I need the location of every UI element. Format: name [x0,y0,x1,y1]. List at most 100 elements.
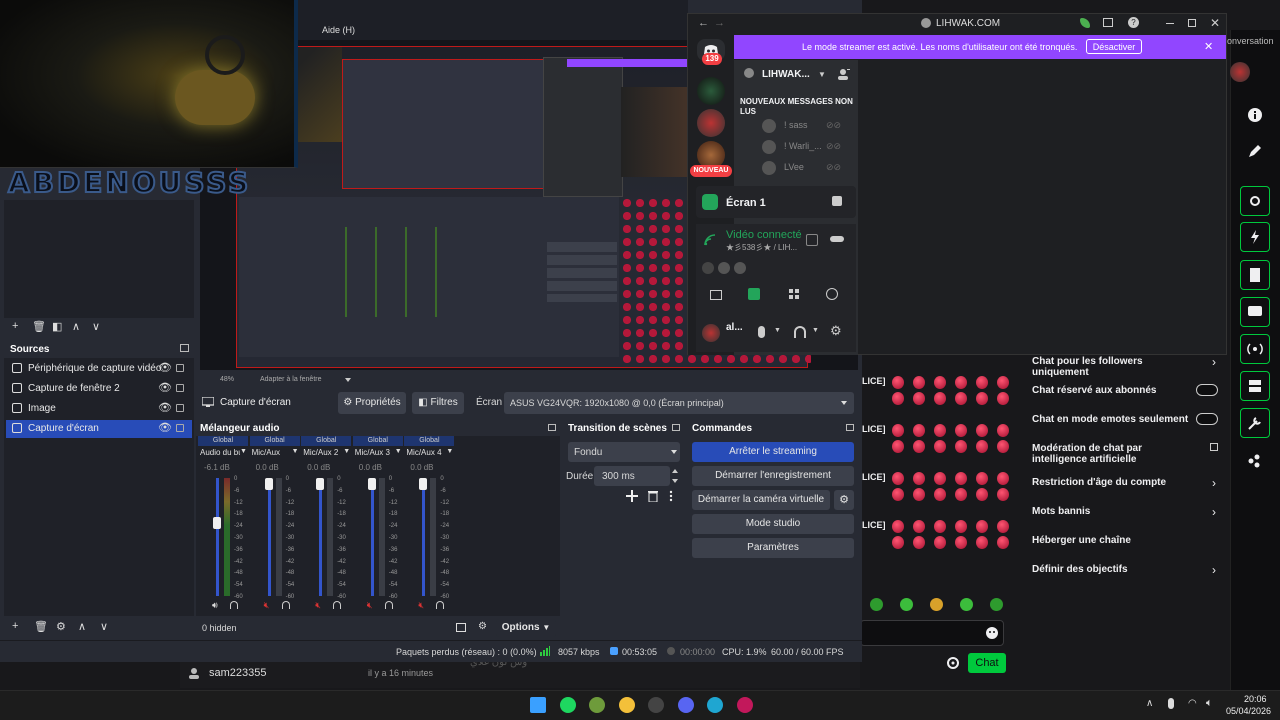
chat-setting-row[interactable]: Modération de chat par intelligence arti… [1032,439,1222,471]
stepper-arrows-icon[interactable] [670,466,680,486]
forward-arrow-icon[interactable]: → [714,17,725,29]
source-item[interactable]: Périphérique de capture vidéo 👁︎ [6,360,192,378]
muted-speaker-icon[interactable]: 🔇︎ [367,600,373,611]
headphones-icon[interactable] [794,326,806,338]
monitor-headphones-icon[interactable] [230,601,238,609]
maximize-icon[interactable] [1188,19,1196,27]
obs-icon[interactable] [648,697,664,713]
disconnect-call-icon[interactable] [830,236,844,242]
preview-fit-dropdown-icon[interactable] [344,376,352,384]
volume-fader-knob[interactable] [367,478,376,490]
muted-speaker-icon[interactable]: 🔇︎ [264,600,270,611]
user-settings-icon[interactable]: ⚙ [830,323,842,339]
dock-undock-icon[interactable] [180,344,189,352]
transition-select[interactable]: Fondu [568,442,680,462]
filter-icon[interactable]: ◧ [52,320,62,333]
more-options-icon[interactable] [668,490,674,502]
chevron-down-icon[interactable]: ▼ [446,448,453,455]
muted-speaker-icon[interactable]: 🔇︎ [315,600,321,611]
source-item[interactable]: Capture de fenêtre 2 👁︎ [6,380,192,398]
lock-icon[interactable] [176,404,184,412]
settings-button[interactable]: Paramètres [692,538,854,558]
self-username[interactable]: al... [726,322,743,333]
windows-start-icon[interactable] [530,697,546,713]
help-menu[interactable]: Aide (H) [322,25,355,35]
preview-zoom[interactable]: 48% [220,376,234,383]
help-icon[interactable]: ? [1128,17,1139,28]
extensions-icon[interactable] [1246,452,1264,470]
discord-icon[interactable] [677,697,694,713]
stop-streaming-button[interactable]: Arrêter le streaming [692,442,854,462]
options-button[interactable]: Options ▼ [496,619,556,637]
duration-stepper[interactable]: 300 ms [594,466,670,486]
trash-icon[interactable]: 🗑︎ [34,620,48,633]
dock-undock-icon[interactable] [672,424,680,431]
trash-icon[interactable] [647,490,659,502]
chat-bubble-icon[interactable] [1240,297,1270,327]
list-icon[interactable] [1240,260,1270,290]
server-avatar[interactable] [697,77,725,105]
layout-icon[interactable] [456,623,466,632]
lock-icon[interactable] [176,384,184,392]
voice-user[interactable]: LVee ⊘⊘ [760,159,856,177]
down-icon[interactable]: ∨ [92,320,100,333]
voice-user[interactable]: ! Warli_... ⊘⊘ [760,138,856,156]
soundboard-icon[interactable] [826,288,838,300]
trash-icon[interactable]: 🗑︎ [32,320,46,333]
dock-undock-icon[interactable] [846,424,854,431]
lightning-icon[interactable] [1240,222,1270,252]
emote-picker-icon[interactable] [985,626,999,640]
wifi-icon[interactable]: ◠ [1188,698,1197,709]
chevron-right-icon[interactable]: › [1212,355,1216,369]
eye-icon[interactable]: 👁︎ [158,381,172,394]
screen-share-icon[interactable] [1103,18,1113,27]
channel-name[interactable]: Mic/Aux 2 [303,448,343,457]
start-recording-button[interactable]: Démarrer l'enregistrement [692,466,854,486]
nitro-icon[interactable] [1080,18,1090,28]
file-explorer-icon[interactable] [618,697,635,713]
chat-setting-row[interactable]: Restriction d'âge du compte › [1032,473,1222,497]
info-icon[interactable] [1246,106,1264,124]
camera-off-icon[interactable] [710,290,722,300]
up-icon[interactable]: ∧ [72,320,80,333]
broadcast-icon[interactable] [1240,334,1270,364]
chevron-down-icon[interactable]: ▼ [240,448,247,455]
server-name[interactable]: LIHWAK... [762,69,810,80]
activity-icon[interactable] [788,288,800,300]
monitor-headphones-icon[interactable] [281,601,290,609]
chevron-down-icon[interactable]: ▼ [343,448,350,455]
toggle-switch[interactable] [1196,384,1218,396]
disconnect-card-icon[interactable] [832,196,842,206]
noise-suppression-icon[interactable] [806,234,818,246]
eye-icon[interactable]: 👁︎ [158,421,172,434]
chevron-down-icon[interactable]: ▼ [812,327,819,334]
add-transition-icon[interactable] [626,490,638,502]
channel-name[interactable]: Mic/Aux 4 [406,448,446,457]
external-link-icon[interactable] [1210,443,1218,451]
lock-icon[interactable] [176,424,184,432]
mixer-settings-icon[interactable]: ⚙ [478,621,487,632]
voice-user[interactable]: ! sass ⊘⊘ [760,117,856,135]
chevron-down-icon[interactable]: ▼ [292,448,299,455]
pencil-icon[interactable] [1246,142,1264,160]
back-arrow-icon[interactable]: ← [698,17,709,29]
tray-chevron-icon[interactable]: ∧ [1146,698,1153,709]
down-icon[interactable]: ∨ [100,620,108,633]
server-avatar[interactable] [697,109,725,137]
layout-icon[interactable] [1240,371,1270,401]
microphone-icon[interactable] [758,326,765,338]
chat-setting-row[interactable]: Héberger une chaîne [1032,531,1222,555]
volume-fader-knob[interactable] [264,478,273,490]
chat-settings-gear-icon[interactable] [946,656,960,670]
chevron-down-icon[interactable]: ▼ [774,327,781,334]
chevron-right-icon[interactable]: › [1212,476,1216,490]
up-icon[interactable]: ∧ [78,620,86,633]
chevron-down-icon[interactable]: ▼ [818,70,826,79]
preview-fit[interactable]: Adapter à la fenêtre [260,376,322,383]
edge-icon[interactable] [707,697,723,713]
volume-fader-knob[interactable] [213,517,221,530]
chevron-down-icon[interactable]: ▼ [395,448,402,455]
properties-button[interactable]: ⚙ Propriétés [338,392,406,414]
eye-icon[interactable]: 👁︎ [158,401,172,414]
screen-share-active-icon[interactable] [748,288,760,300]
